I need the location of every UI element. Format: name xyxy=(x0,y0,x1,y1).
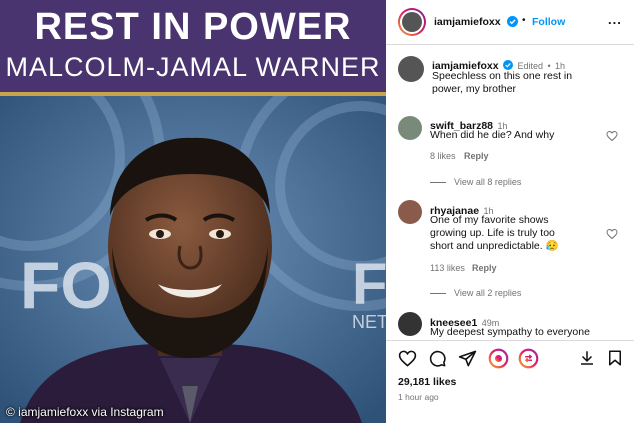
comment-avatar[interactable] xyxy=(398,116,422,140)
like-comment-heart-icon[interactable] xyxy=(606,130,618,142)
comment-reply[interactable]: Reply xyxy=(472,263,497,273)
like-heart-icon[interactable] xyxy=(398,349,417,368)
caption-avatar[interactable] xyxy=(398,56,424,82)
post-image[interactable]: FO F NET REST IN POWER MALCOLM-JAMAL WAR… xyxy=(0,0,386,423)
share-send-icon[interactable] xyxy=(458,349,477,368)
header-separator: • xyxy=(522,15,526,26)
remix-icon[interactable] xyxy=(488,348,509,369)
caption-text: Speechless on this one rest in power, my… xyxy=(432,70,573,95)
comment-likes[interactable]: 8 likes xyxy=(430,151,456,161)
like-comment-heart-icon[interactable] xyxy=(606,228,618,240)
banner-accent-line xyxy=(0,92,386,96)
view-replies[interactable]: View all 2 replies xyxy=(430,288,521,298)
repost-icon[interactable] xyxy=(518,348,539,369)
bg-logo-right-sub: NET xyxy=(352,312,386,332)
comment-text: When did he die? And why xyxy=(430,129,555,141)
view-replies[interactable]: View all 8 replies xyxy=(430,177,521,187)
bg-logo-left: FO xyxy=(20,248,112,322)
post-header: iamjamiefoxx • Follow ... xyxy=(386,0,634,45)
headline: REST IN POWER xyxy=(34,6,352,48)
post-time: 1 hour ago xyxy=(398,392,439,402)
portrait-photo: FO F NET xyxy=(0,96,386,423)
verified-badge-icon xyxy=(503,60,513,70)
comment-bubble-icon[interactable] xyxy=(428,349,447,368)
header-username[interactable]: iamjamiefoxx xyxy=(434,16,501,28)
header-avatar[interactable] xyxy=(398,8,426,36)
comment-avatar[interactable] xyxy=(398,200,422,224)
comment-likes[interactable]: 113 likes xyxy=(430,263,465,273)
post-panel: iamjamiefoxx • Follow ... iamjamiefoxx E… xyxy=(386,0,634,423)
bg-logo-right: F xyxy=(352,252,386,317)
more-options-icon[interactable]: ... xyxy=(608,12,622,27)
comment-text: One of my favorite shows growing up. Lif… xyxy=(430,214,559,252)
comment-text: My deepest sympathy to everyone xyxy=(430,326,590,338)
follow-button[interactable]: Follow xyxy=(532,16,565,28)
replies-divider xyxy=(430,182,446,184)
download-icon[interactable] xyxy=(578,349,596,367)
verified-badge-icon xyxy=(507,16,518,27)
comment-reply[interactable]: Reply xyxy=(464,151,489,161)
action-bar xyxy=(386,340,634,379)
subheadline: MALCOLM-JAMAL WARNER xyxy=(5,52,381,82)
image-credit: © iamjamiefoxx via Instagram xyxy=(6,405,164,419)
bookmark-icon[interactable] xyxy=(606,349,624,367)
replies-divider xyxy=(430,293,446,295)
comment-avatar[interactable] xyxy=(398,312,422,336)
likes-count[interactable]: 29,181 likes xyxy=(398,376,456,388)
